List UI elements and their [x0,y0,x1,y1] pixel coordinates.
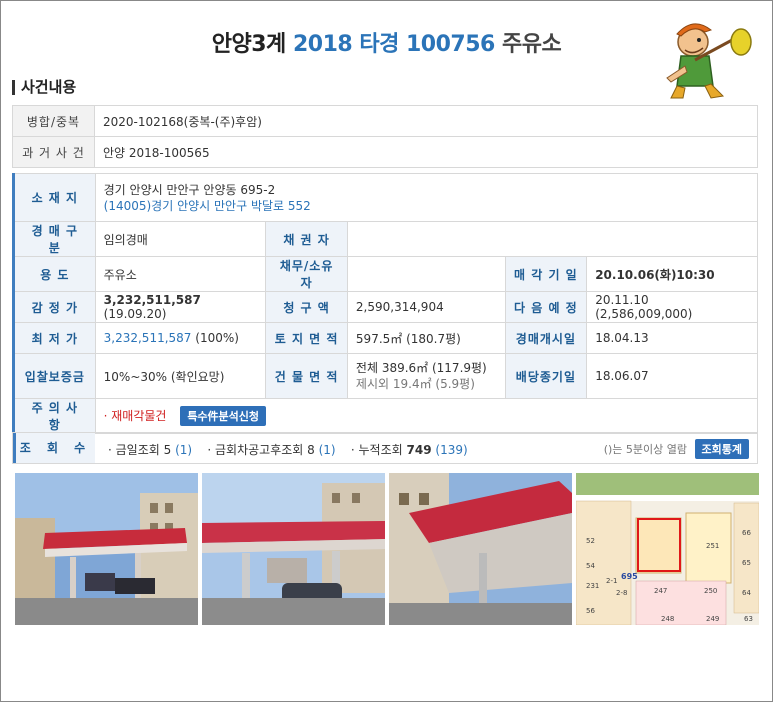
svg-text:231: 231 [586,582,599,590]
start-date-value: 18.04.13 [586,322,758,354]
location-label: 소 재 지 [12,173,96,222]
merge-value: 2020-102168(중복-(주)후암) [94,105,758,137]
view-note: ()는 5분이상 열람 [603,443,688,456]
usage-value: 주유소 [94,256,267,292]
debtor-value [346,256,506,292]
since-notice-view-count: 8 [307,443,315,457]
building-area-except: 제시외 19.4㎡ (5.9평) [355,377,475,391]
auction-type-label: 경 매 구 분 [12,221,96,257]
today-view-label: · 금일조회 [108,443,160,457]
court-name: 안양3계 [211,32,287,57]
svg-text:2-8: 2-8 [616,589,627,597]
since-notice-view-sub: (1) [318,443,336,457]
usage-label: 용 도 [12,256,96,292]
merge-label: 병합/중복 [12,105,95,137]
appraisal-date: (19.09.20) [103,307,167,321]
total-view-sub: (139) [435,443,468,457]
min-price-value: 3,232,511,587 [103,331,192,345]
total-view-label: · 누적조회 [350,443,403,457]
start-date-label: 경매개시일 [504,322,588,354]
deposit-value: 10%~30% (확인요망) [94,353,267,399]
past-case-label: 과 거 사 건 [12,136,95,168]
svg-text:52: 52 [586,537,595,545]
svg-text:695: 695 [621,572,638,581]
creditor-value [346,221,759,257]
svg-text:2-1: 2-1 [606,577,617,585]
appraisal-label: 감 정 가 [12,291,96,323]
sale-date-label: 매 각 기 일 [504,256,588,292]
min-price-percent: (100%) [195,331,239,345]
location-map[interactable]: 52 54 231 2-1 695 2-8 247 250 248 249 66… [576,473,759,625]
today-view-sub: (1) [175,443,193,457]
case-detail-table: 소 재 지 경기 안양시 만안구 안양동 695-2 (14005)경기 안양시… [12,173,759,434]
building-area-total: 전체 389.6㎡ (117.9평) [355,361,487,375]
dividend-date-value: 18.06.07 [586,353,758,399]
svg-text:65: 65 [742,559,751,567]
gas-station-photo-1[interactable] [15,473,198,625]
case-summary-table: 병합/중복 2020-102168(중복-(주)후암) 과 거 사 건 안양 2… [12,105,758,168]
past-case-value: 안양 2018-100565 [94,136,758,168]
gas-station-photo-3[interactable] [389,473,572,625]
next-date-value: 20.11.10 (2,586,009,000) [586,291,758,323]
view-stats-button[interactable]: 조회통계 [694,439,749,459]
claim-label: 청 구 액 [265,291,348,323]
since-notice-view-label: · 금회차공고후조회 [207,443,304,457]
land-area-value: 597.5㎡ (180.7평) [346,322,506,354]
mascot-illustration [666,23,752,99]
svg-text:250: 250 [704,587,717,595]
view-count-label: 조 회 수 [13,433,95,463]
deposit-label: 입찰보증금 [12,353,96,399]
dividend-date-label: 배당종기일 [504,353,588,399]
today-view-count: 5 [163,443,172,457]
svg-text:249: 249 [706,615,719,623]
total-view-count: 749 [406,443,432,457]
min-price-label: 최 저 가 [12,322,96,354]
appraisal-value: 3,232,511,587 [103,293,201,307]
svg-text:54: 54 [586,562,595,570]
next-date-label: 다 음 예 정 [504,291,588,323]
property-type: 주유소 [502,32,562,57]
notice-label: 주 의 사 항 [12,398,96,434]
special-analysis-button[interactable]: 특수件분석신청 [180,406,267,426]
building-area-label: 건 물 면 적 [265,353,348,399]
sale-date-value: 20.10.06(화)10:30 [586,256,758,292]
auction-type-value: 임의경매 [94,221,267,257]
location-address: 경기 안양시 만안구 안양동 695-2 [103,182,276,197]
svg-text:247: 247 [654,587,667,595]
svg-text:64: 64 [742,589,751,597]
svg-text:66: 66 [742,529,751,537]
debtor-label: 채무/소유자 [265,256,348,292]
claim-value: 2,590,314,904 [346,291,506,323]
view-counts: · 금일조회 5 (1) · 금회차공고후조회 8 (1) · 누적조회 749… [108,441,468,458]
section-title: 사건내용 [12,80,76,95]
notice-text: · 재매각물건 [103,409,167,423]
land-area-label: 토 지 면 적 [265,322,348,354]
location-road-address[interactable]: (14005)경기 안양시 만안구 박달로 552 [104,198,749,214]
svg-text:248: 248 [661,615,674,623]
gas-station-photo-2[interactable] [202,473,385,625]
creditor-label: 채 권 자 [265,221,348,257]
svg-text:56: 56 [586,607,595,615]
case-number: 2018 타경 100756 [292,32,495,57]
view-count-bar: 조 회 수 · 금일조회 5 (1) · 금회차공고후조회 8 (1) · 누적… [12,432,758,464]
svg-text:251: 251 [706,542,719,550]
svg-text:63: 63 [744,615,753,623]
